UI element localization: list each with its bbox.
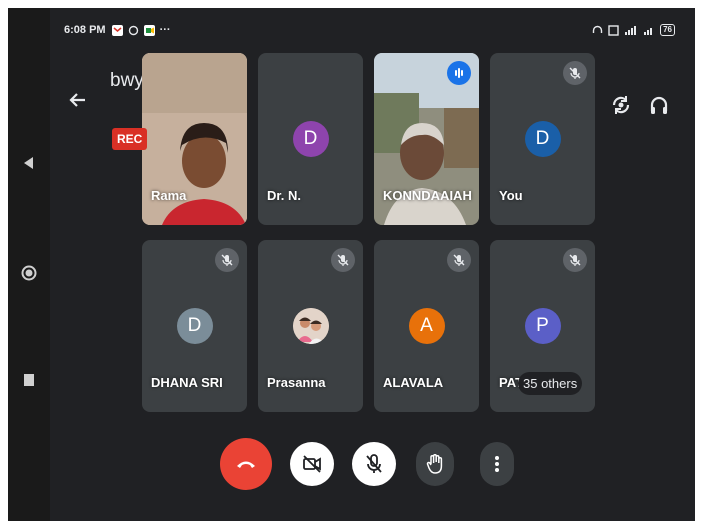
- participant-tile-prasanna[interactable]: Prasanna: [258, 240, 363, 412]
- participant-tile-dr-n[interactable]: D Dr. N.: [258, 53, 363, 225]
- participant-name: Rama: [151, 188, 187, 203]
- meet-screen: 6:08 PM ··· 76 bwy-yqab-dts REC: [50, 8, 695, 521]
- others-count-badge[interactable]: 35 others: [518, 372, 583, 395]
- camera-toggle-button[interactable]: [290, 442, 334, 486]
- phone-hangup-icon: [237, 461, 255, 468]
- avatar: P: [524, 308, 561, 344]
- sync-icon: [128, 25, 138, 35]
- muted-indicator: [215, 248, 239, 272]
- muted-indicator: [563, 248, 587, 272]
- mic-off-icon: [221, 254, 233, 266]
- mic-off-icon: [569, 254, 581, 266]
- headset-status-icon: [592, 25, 603, 33]
- mic-toggle-button[interactable]: [352, 442, 396, 486]
- battery-indicator: 76: [660, 24, 675, 36]
- circle-home-icon: [21, 265, 37, 281]
- participant-name: You: [499, 188, 523, 203]
- participant-name: Dr. N.: [267, 188, 301, 203]
- nav-back-button[interactable]: [8, 153, 50, 173]
- switch-camera-button[interactable]: [611, 94, 631, 121]
- audio-level-icon: [455, 68, 463, 78]
- participant-name: DHANA SRI: [151, 375, 223, 390]
- participant-tile-alavala[interactable]: A ALAVALA: [374, 240, 479, 412]
- speaking-indicator: [447, 61, 471, 85]
- participant-tile-konndaaiah[interactable]: KONNDAAIAH: [374, 53, 479, 225]
- avatar: D: [524, 121, 561, 157]
- nav-recents-button[interactable]: [8, 370, 50, 390]
- camera-switch-icon: [612, 96, 630, 114]
- video-off-icon: [303, 455, 321, 473]
- meet-app-icon: [143, 24, 155, 36]
- headphones-icon: [650, 96, 668, 114]
- signal-icon: [625, 25, 637, 35]
- gmail-icon: [111, 24, 123, 36]
- participant-tile-others[interactable]: P PAT 35 others: [490, 240, 595, 412]
- status-more-dots: ···: [159, 24, 171, 36]
- call-controls: [50, 438, 695, 490]
- more-vert-icon: [495, 456, 499, 472]
- back-button[interactable]: [66, 88, 90, 112]
- status-bar: 6:08 PM ··· 76: [64, 20, 675, 40]
- top-actions: [611, 94, 669, 121]
- participant-tile-rama[interactable]: Rama: [142, 53, 247, 225]
- muted-indicator: [563, 61, 587, 85]
- avatar-photo: [292, 308, 329, 344]
- triangle-back-icon: [24, 157, 33, 169]
- signal-2-icon: [644, 27, 653, 35]
- status-time: 6:08 PM: [64, 24, 106, 36]
- end-call-button[interactable]: [220, 438, 272, 490]
- avatar: D: [292, 121, 329, 157]
- participant-name: Prasanna: [267, 375, 326, 390]
- mic-off-icon: [337, 254, 349, 266]
- raise-hand-button[interactable]: [416, 442, 454, 486]
- mic-off-icon: [453, 254, 465, 266]
- participant-tile-dhana-sri[interactable]: D DHANA SRI: [142, 240, 247, 412]
- avatar: A: [408, 308, 445, 344]
- muted-indicator: [331, 248, 355, 272]
- android-nav-bar: [8, 8, 50, 521]
- data-saver-icon: [608, 24, 619, 36]
- mic-off-icon: [366, 454, 382, 473]
- participant-name: KONNDAAIAH: [383, 188, 472, 203]
- muted-indicator: [447, 248, 471, 272]
- nav-home-button[interactable]: [8, 262, 50, 284]
- raise-hand-icon: [426, 454, 443, 474]
- square-recents-icon: [24, 374, 34, 386]
- mic-off-icon: [569, 67, 581, 79]
- recording-badge: REC: [112, 128, 148, 150]
- participant-tile-you[interactable]: D You: [490, 53, 595, 225]
- audio-output-button[interactable]: [649, 94, 669, 121]
- arrow-left-icon: [69, 93, 85, 107]
- participant-name: ALAVALA: [383, 375, 444, 390]
- more-options-button[interactable]: [480, 442, 514, 486]
- avatar: D: [176, 308, 213, 344]
